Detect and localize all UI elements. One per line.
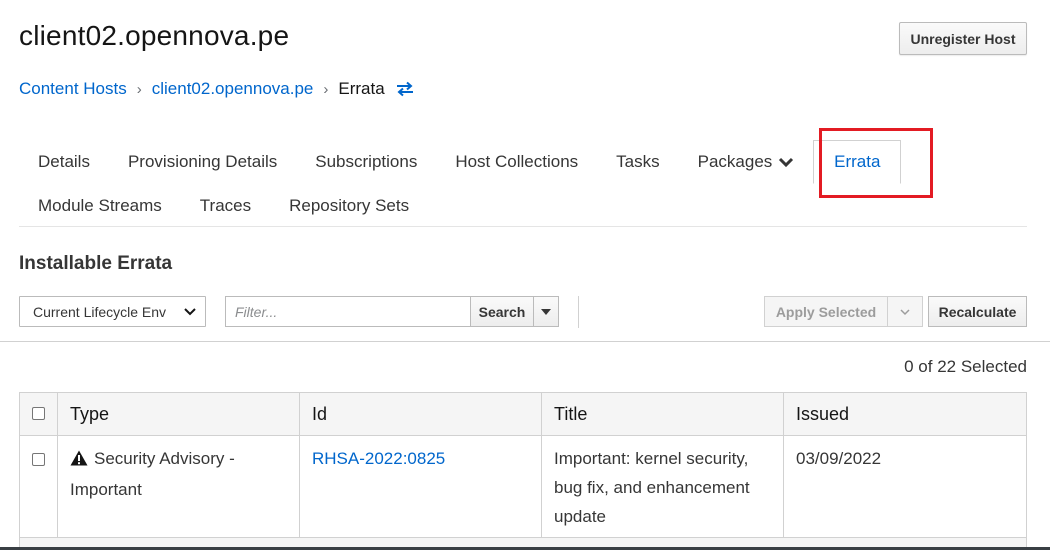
tab-errata[interactable]: Errata: [813, 140, 902, 184]
tabs-row-1: Details Provisioning Details Subscriptio…: [19, 140, 902, 184]
type-value: Security Advisory - Important: [70, 449, 235, 499]
lifecycle-env-select[interactable]: Current Lifecycle Env: [19, 296, 206, 327]
breadcrumb-separator: ›: [136, 80, 142, 98]
chevron-down-icon: [900, 308, 910, 315]
tab-packages-label: Packages: [697, 152, 773, 171]
tab-tasks[interactable]: Tasks: [597, 140, 678, 184]
select-all-cell: [19, 392, 58, 436]
section-title: Installable Errata: [19, 253, 173, 274]
id-cell: RHSA-2022:0825: [299, 435, 542, 538]
tab-packages[interactable]: Packages: [679, 140, 814, 184]
tab-module-streams[interactable]: Module Streams: [19, 184, 181, 228]
search-options-dropdown[interactable]: [533, 296, 559, 327]
toolbar-divider: [0, 341, 1050, 342]
apply-options-dropdown[interactable]: [887, 296, 923, 327]
page-title: client02.opennova.pe: [19, 20, 290, 51]
tab-subscriptions[interactable]: Subscriptions: [296, 140, 436, 184]
column-header-title[interactable]: Title: [541, 392, 784, 436]
chevron-down-icon: [183, 304, 197, 320]
search-button[interactable]: Search: [470, 296, 534, 327]
column-header-id[interactable]: Id: [299, 392, 542, 436]
tabs-row-2: Module Streams Traces Repository Sets: [19, 184, 428, 228]
selected-count: 0 of 22 Selected: [904, 357, 1027, 376]
type-cell: Security Advisory - Important: [57, 435, 300, 538]
breadcrumb-host[interactable]: client02.opennova.pe: [152, 79, 314, 99]
warning-triangle-icon: [70, 446, 88, 475]
tabs-divider: [19, 226, 1027, 227]
filter-input[interactable]: [225, 296, 471, 327]
tab-traces[interactable]: Traces: [181, 184, 270, 228]
caret-down-icon: [541, 308, 551, 315]
breadcrumb: Content Hosts › client02.opennova.pe › E…: [19, 79, 415, 99]
issued-value: 03/09/2022: [783, 435, 1027, 538]
switch-arrows-icon[interactable]: [395, 81, 415, 97]
breadcrumb-separator: ›: [323, 80, 329, 98]
tab-repository-sets[interactable]: Repository Sets: [270, 184, 428, 228]
errata-id-link[interactable]: RHSA-2022:0825: [312, 449, 445, 468]
column-header-issued[interactable]: Issued: [783, 392, 1027, 436]
chevron-down-icon: [778, 156, 794, 168]
apply-selected-button[interactable]: Apply Selected: [764, 296, 888, 327]
tab-host-collections[interactable]: Host Collections: [436, 140, 597, 184]
toolbar-separator: [578, 296, 579, 328]
table-row: Security Advisory - Important RHSA-2022:…: [19, 435, 1027, 538]
row-checkbox[interactable]: [32, 453, 45, 466]
errata-table: Type Id Title Issued Security Advisory -…: [19, 392, 1027, 538]
tab-provisioning-details[interactable]: Provisioning Details: [109, 140, 296, 184]
title-value: Important: kernel security, bug fix, and…: [541, 435, 784, 538]
unregister-host-button[interactable]: Unregister Host: [899, 22, 1027, 55]
tab-details[interactable]: Details: [19, 140, 109, 184]
table-header-row: Type Id Title Issued: [19, 392, 1027, 436]
row-select-cell: [19, 435, 58, 538]
breadcrumb-current: Errata: [338, 79, 385, 98]
breadcrumb-content-hosts[interactable]: Content Hosts: [19, 79, 127, 99]
lifecycle-env-value: Current Lifecycle Env: [33, 303, 167, 320]
recalculate-button[interactable]: Recalculate: [928, 296, 1027, 327]
select-all-checkbox[interactable]: [32, 407, 45, 420]
column-header-type[interactable]: Type: [57, 392, 300, 436]
